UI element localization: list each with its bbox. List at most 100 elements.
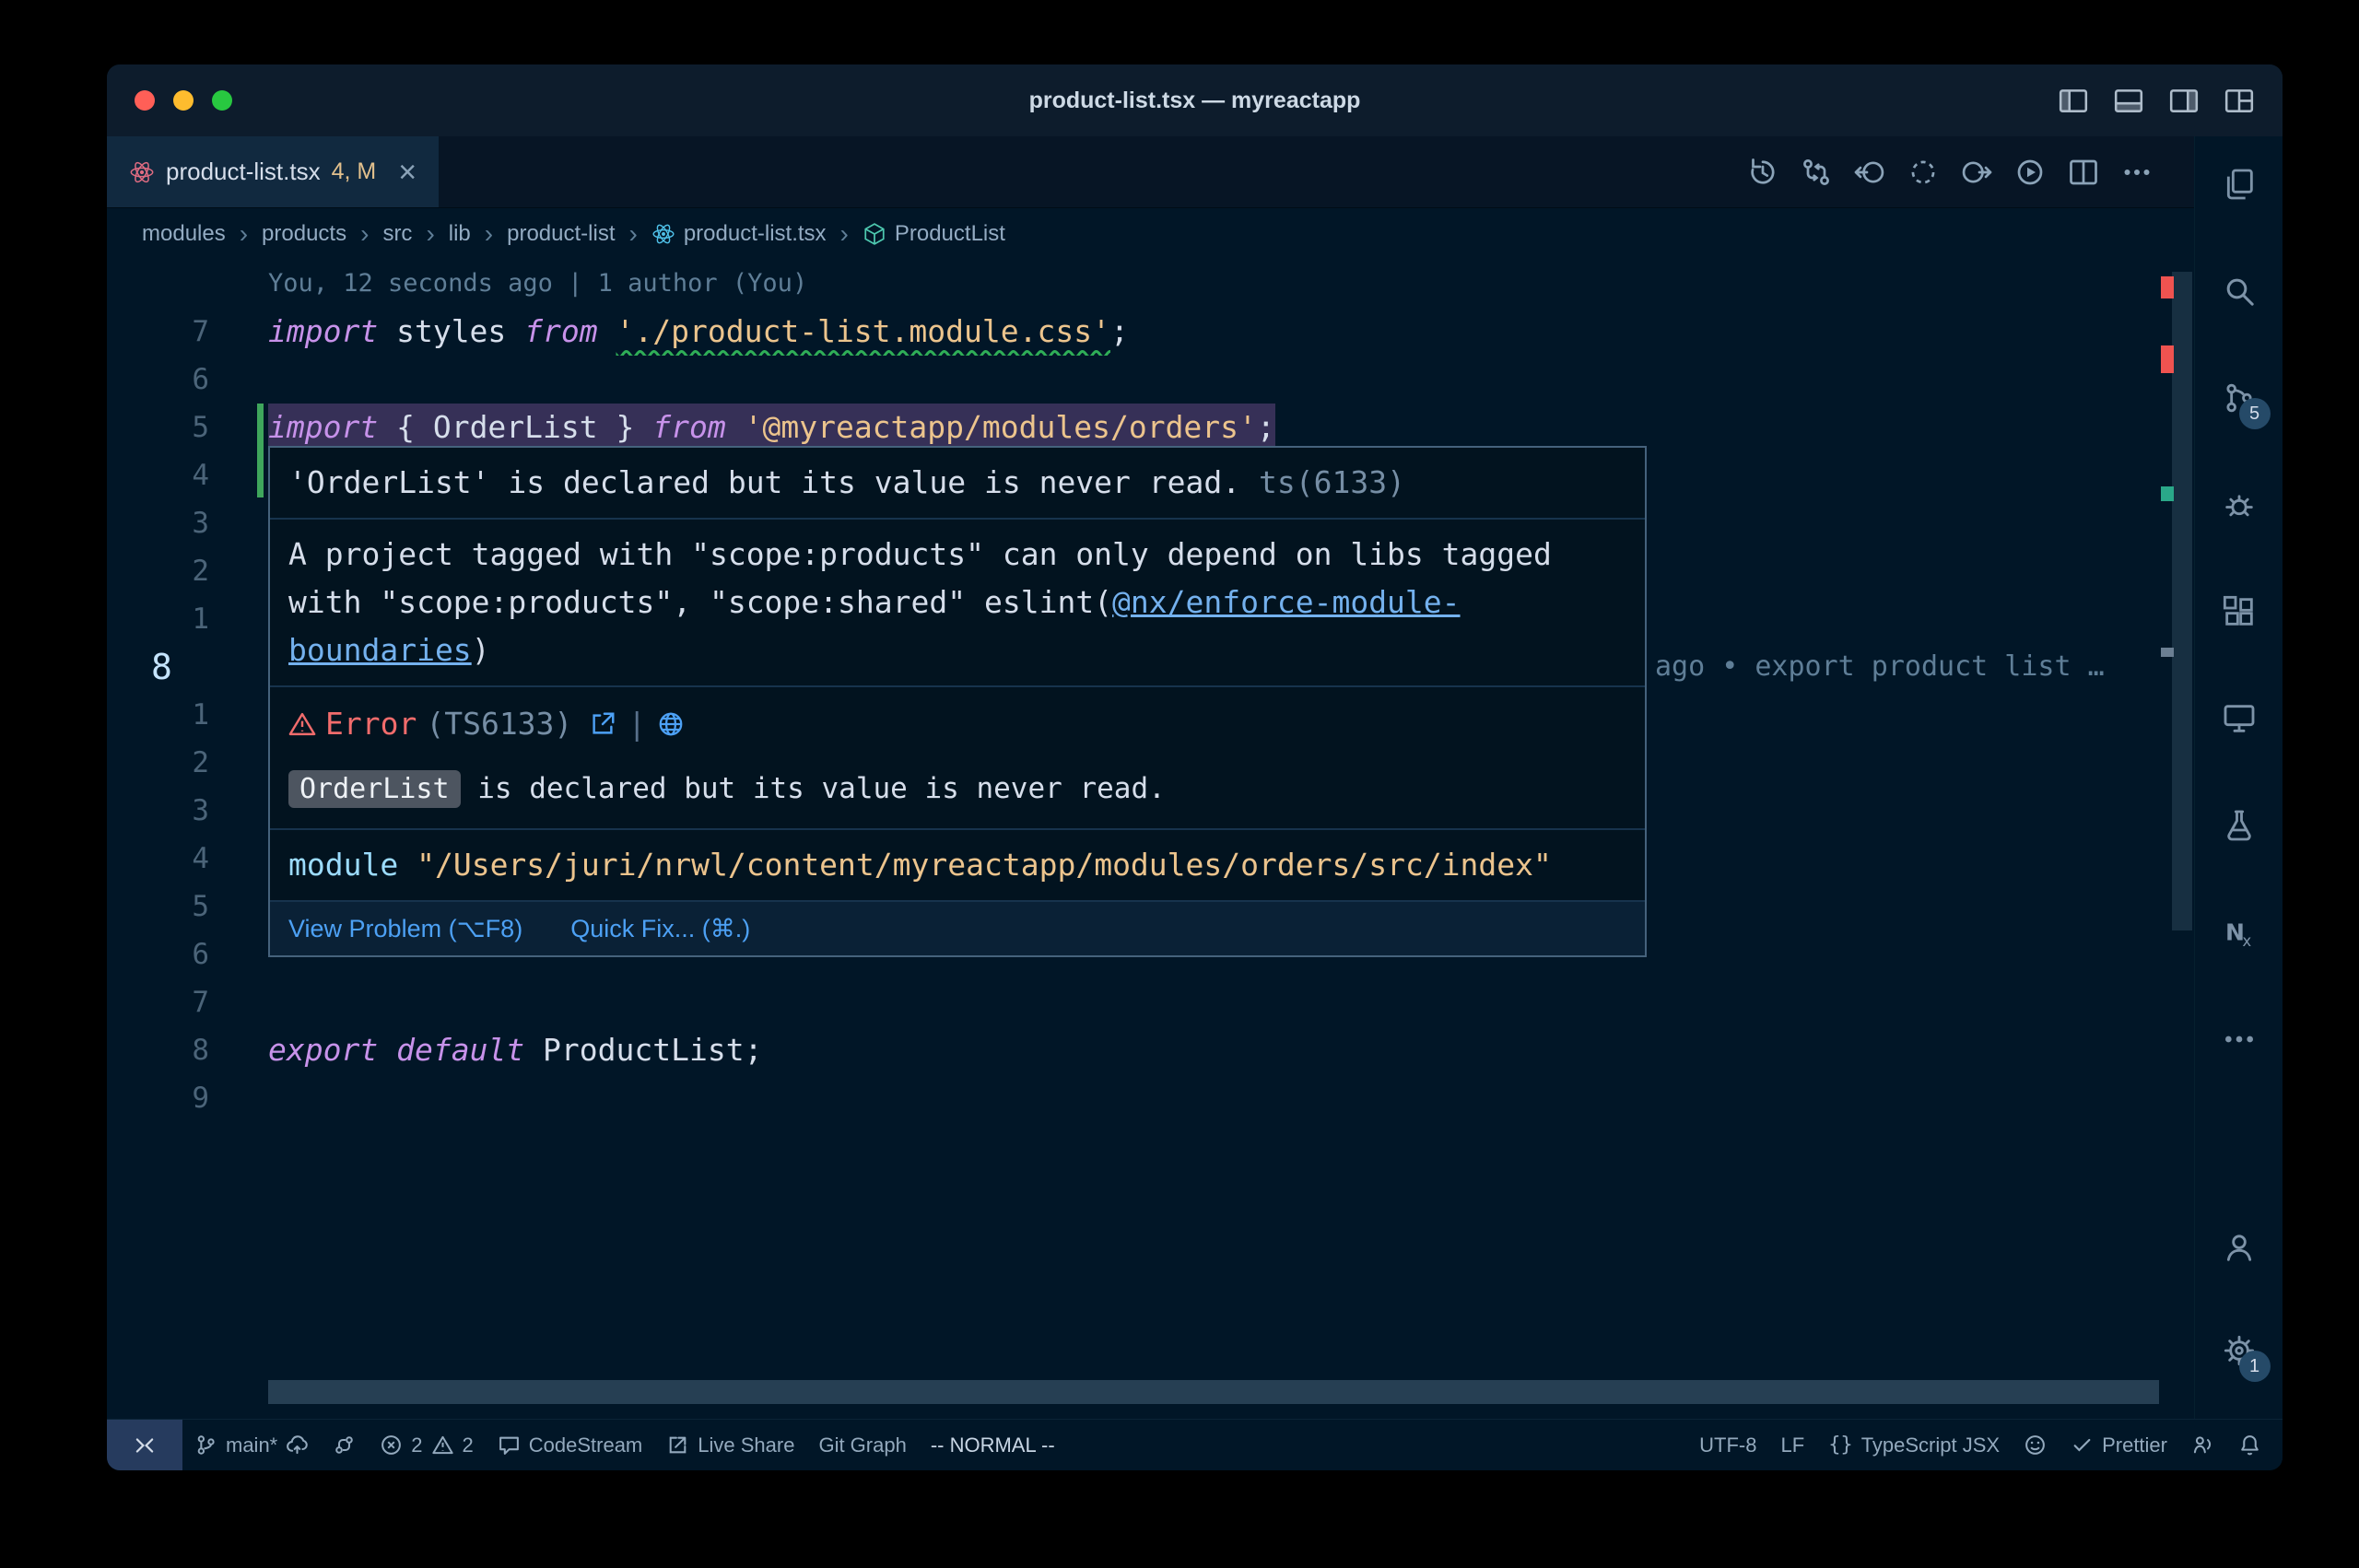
explorer-icon[interactable] bbox=[2217, 162, 2261, 206]
code-content[interactable] bbox=[268, 978, 2159, 1026]
line-number[interactable]: 2 bbox=[107, 746, 268, 779]
view-problem-button[interactable]: View Problem (⌥F8) bbox=[288, 905, 522, 953]
line-number[interactable]: 4 bbox=[107, 842, 268, 875]
branch-compare-status-item[interactable] bbox=[321, 1420, 368, 1470]
titlebar: product-list.tsx — myreactapp bbox=[107, 64, 2283, 136]
hover-module-path: module "/Users/juri/nrwl/content/myreact… bbox=[270, 830, 1645, 902]
line-number[interactable]: 5 bbox=[107, 411, 268, 444]
code-line-text: import styles from './product-list.modul… bbox=[268, 308, 1129, 356]
navigate-back-icon[interactable] bbox=[1853, 156, 1886, 189]
overview-ruler[interactable] bbox=[2159, 260, 2194, 1419]
code-content[interactable] bbox=[268, 356, 2159, 404]
zoom-window-button[interactable] bbox=[212, 90, 232, 111]
remote-explorer-icon[interactable] bbox=[2217, 696, 2261, 741]
search-icon[interactable] bbox=[2217, 269, 2261, 313]
breadcrumb-file[interactable]: product-list.tsx bbox=[651, 221, 827, 247]
remote-indicator[interactable] bbox=[107, 1420, 182, 1470]
eol-status-item[interactable]: LF bbox=[1769, 1420, 1817, 1470]
line-number[interactable]: 8 bbox=[107, 647, 268, 687]
language-status-item[interactable]: {} TypeScript JSX bbox=[1816, 1420, 2012, 1470]
toggle-primary-sidebar-icon[interactable] bbox=[2058, 85, 2089, 116]
code-content[interactable]: export default ProductList; bbox=[268, 1026, 2159, 1074]
code-row[interactable]: 6 bbox=[107, 356, 2159, 404]
code-content[interactable]: import { OrderList } from '@myreactapp/m… bbox=[268, 404, 2159, 451]
horizontal-scrollbar[interactable] bbox=[268, 1380, 2159, 1404]
feedback-person-status-item[interactable] bbox=[2179, 1420, 2226, 1470]
info-mark bbox=[2161, 486, 2174, 501]
timeline-icon[interactable] bbox=[1746, 156, 1779, 189]
line-number[interactable]: 8 bbox=[107, 1034, 268, 1067]
code-row[interactable]: 5import { OrderList } from '@myreactapp/… bbox=[107, 404, 2159, 451]
code-row[interactable]: 9 bbox=[107, 1074, 2159, 1122]
hover-actions: View Problem (⌥F8) Quick Fix... (⌘.) bbox=[270, 902, 1645, 955]
error-triangle-icon bbox=[288, 710, 316, 738]
line-number[interactable]: 3 bbox=[107, 507, 268, 540]
line-number[interactable]: 7 bbox=[107, 315, 268, 348]
nx-console-icon[interactable]: Nx bbox=[2217, 910, 2261, 954]
codelens-row[interactable]: You, 12 seconds ago | 1 author (You) bbox=[107, 260, 2159, 308]
line-number[interactable]: 1 bbox=[107, 603, 268, 636]
code-row[interactable]: 7import styles from './product-list.modu… bbox=[107, 308, 2159, 356]
feedback-status-item[interactable] bbox=[2012, 1420, 2059, 1470]
line-number[interactable]: 3 bbox=[107, 794, 268, 827]
line-number[interactable]: 7 bbox=[107, 986, 268, 1019]
breadcrumb-item-modules[interactable]: modules bbox=[142, 221, 226, 247]
branch-status-item[interactable]: main* bbox=[182, 1420, 321, 1470]
line-number[interactable]: 2 bbox=[107, 555, 268, 588]
codestream-status-item[interactable]: CodeStream bbox=[486, 1420, 655, 1470]
codelens-annotation[interactable]: You, 12 seconds ago | 1 author (You) bbox=[268, 260, 807, 308]
settings-icon[interactable]: 1 bbox=[2217, 1328, 2261, 1373]
vertical-scrollbar-thumb[interactable] bbox=[2172, 272, 2192, 930]
notifications-status-item[interactable] bbox=[2226, 1420, 2273, 1470]
source-control-icon[interactable]: 5 bbox=[2217, 376, 2261, 420]
toggle-secondary-sidebar-icon[interactable] bbox=[2168, 85, 2200, 116]
navigate-forward-icon[interactable] bbox=[1960, 156, 1993, 189]
vim-mode-indicator[interactable]: -- NORMAL -- bbox=[919, 1420, 1067, 1470]
globe-icon[interactable] bbox=[657, 710, 685, 738]
breadcrumb-item-product-list[interactable]: product-list bbox=[507, 221, 615, 247]
git-compare-icon[interactable] bbox=[1800, 156, 1833, 189]
breadcrumb-item-products[interactable]: products bbox=[262, 221, 346, 247]
line-number[interactable]: 1 bbox=[107, 698, 268, 731]
run-icon[interactable] bbox=[2013, 156, 2047, 189]
split-editor-icon[interactable] bbox=[2067, 156, 2100, 189]
more-views-icon[interactable] bbox=[2217, 1017, 2261, 1061]
branch-name: main* bbox=[226, 1433, 277, 1457]
breadcrumb-item-src[interactable]: src bbox=[382, 221, 412, 247]
gitgraph-status-item[interactable]: Git Graph bbox=[806, 1420, 918, 1470]
line-number[interactable]: 6 bbox=[107, 938, 268, 971]
line-number[interactable]: 5 bbox=[107, 890, 268, 923]
minimize-window-button[interactable] bbox=[173, 90, 194, 111]
open-external-icon[interactable] bbox=[589, 710, 616, 738]
accounts-icon[interactable] bbox=[2217, 1225, 2261, 1270]
editor-group: product-list.tsx 4, M × modules bbox=[107, 136, 2194, 1419]
tab-modified-badge: 4, M bbox=[332, 158, 377, 185]
tab-close-icon[interactable]: × bbox=[398, 157, 417, 188]
liveshare-status-item[interactable]: Live Share bbox=[654, 1420, 806, 1470]
breadcrumb-symbol[interactable]: ProductList bbox=[863, 221, 1005, 247]
line-number[interactable]: 6 bbox=[107, 363, 268, 396]
circle-outline-icon[interactable] bbox=[1907, 156, 1940, 189]
run-debug-icon[interactable] bbox=[2217, 483, 2261, 527]
prettier-status-item[interactable]: Prettier bbox=[2059, 1420, 2179, 1470]
quick-fix-button[interactable]: Quick Fix... (⌘.) bbox=[570, 905, 750, 953]
problems-status-item[interactable]: 2 2 bbox=[368, 1420, 486, 1470]
tab-product-list[interactable]: product-list.tsx 4, M × bbox=[107, 136, 439, 207]
encoding-status-item[interactable]: UTF-8 bbox=[1687, 1420, 1768, 1470]
breadcrumb-item-lib[interactable]: lib bbox=[449, 221, 471, 247]
code-row[interactable]: 8export default ProductList; bbox=[107, 1026, 2159, 1074]
error-label: Error bbox=[325, 704, 417, 744]
code-row[interactable]: 7 bbox=[107, 978, 2159, 1026]
code-editor[interactable]: You, 12 seconds ago | 1 author (You)7imp… bbox=[107, 260, 2194, 1419]
close-window-button[interactable] bbox=[135, 90, 155, 111]
extensions-icon[interactable] bbox=[2217, 590, 2261, 634]
code-content[interactable]: You, 12 seconds ago | 1 author (You) bbox=[268, 260, 2159, 308]
testing-icon[interactable] bbox=[2217, 803, 2261, 848]
toggle-panel-icon[interactable] bbox=[2113, 85, 2144, 116]
customize-layout-icon[interactable] bbox=[2224, 85, 2255, 116]
more-actions-icon[interactable] bbox=[2120, 156, 2154, 189]
code-content[interactable] bbox=[268, 1074, 2159, 1122]
line-number[interactable]: 4 bbox=[107, 459, 268, 492]
line-number[interactable]: 9 bbox=[107, 1082, 268, 1115]
code-content[interactable]: import styles from './product-list.modul… bbox=[268, 308, 2159, 356]
